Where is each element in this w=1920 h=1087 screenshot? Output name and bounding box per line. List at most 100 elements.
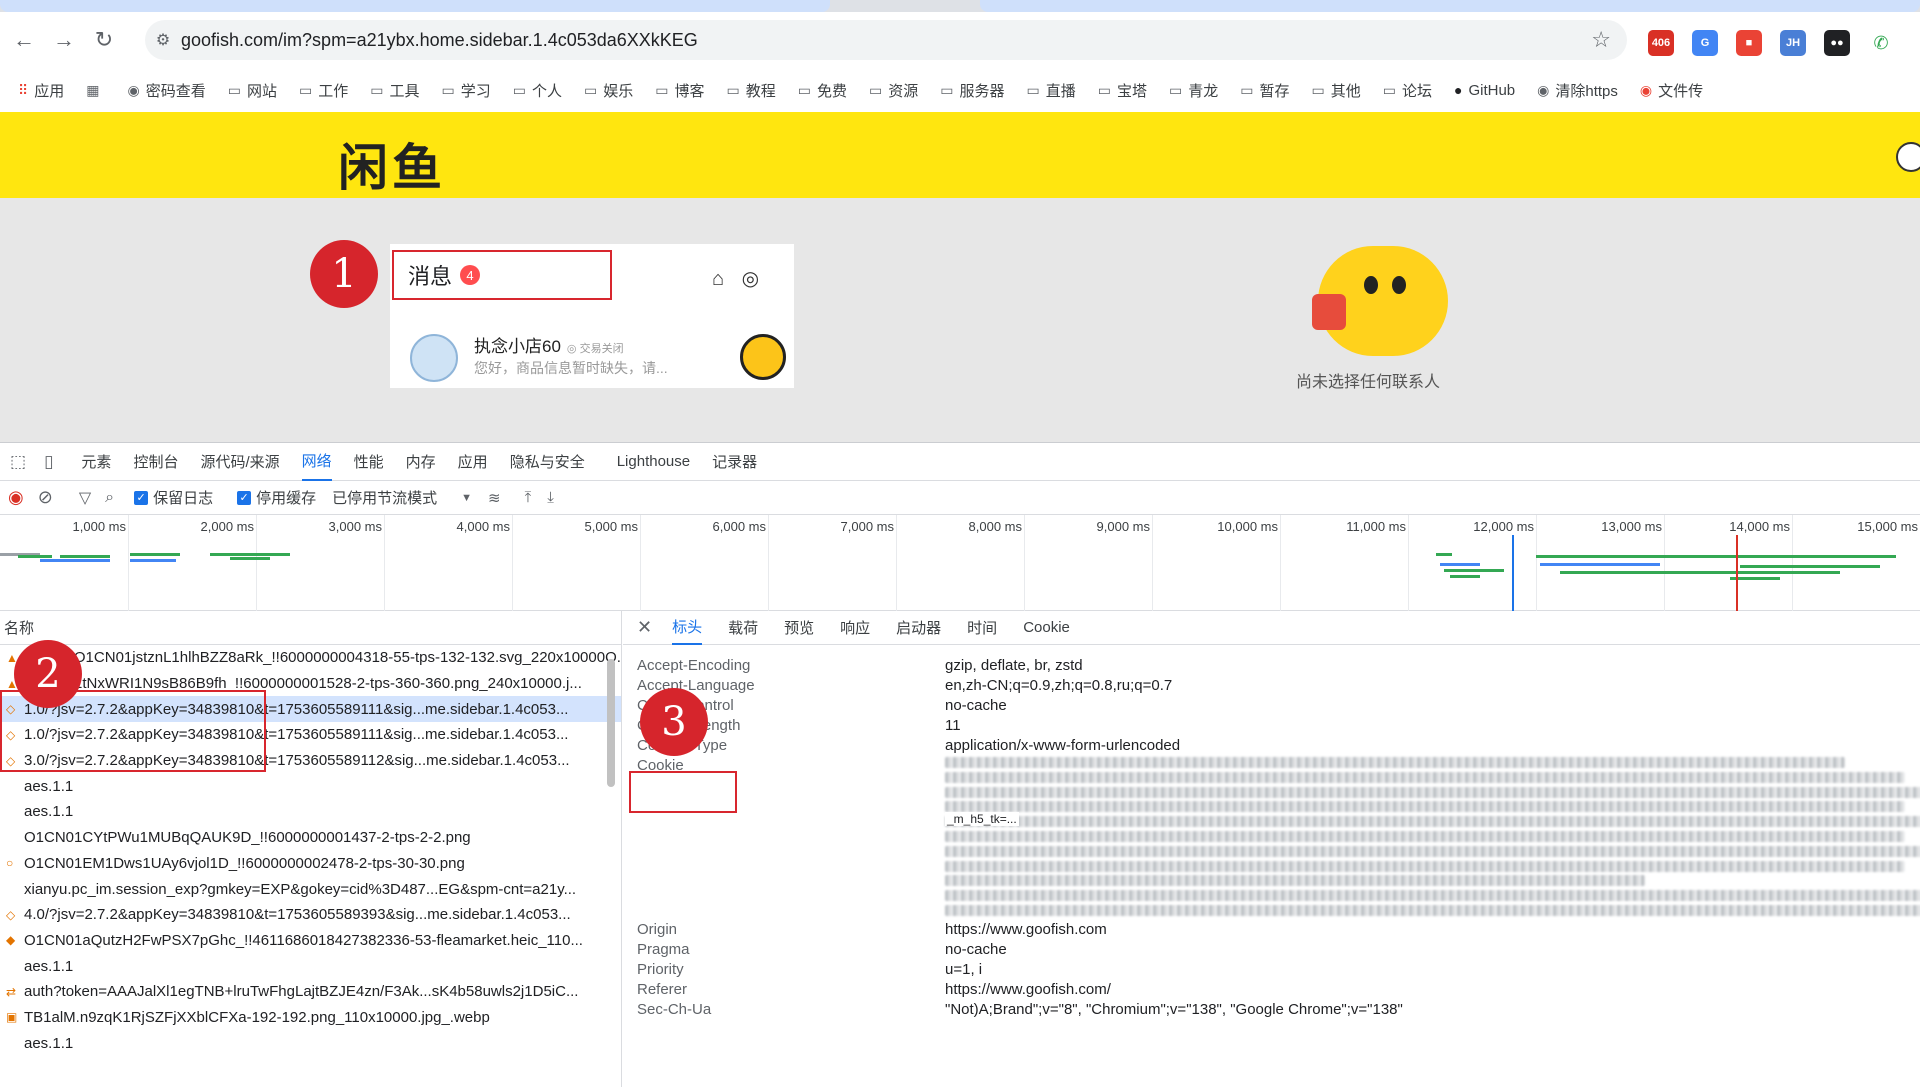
- request-row[interactable]: xianyu.pc_im.session_exp?gmkey=EXP&gokey…: [0, 876, 621, 902]
- request-row[interactable]: ▣ TB1alM.n9zqK1RjSZFjXXblCFXa-192-192.png…: [0, 1005, 621, 1031]
- tab-network[interactable]: 网络: [301, 443, 332, 481]
- extension-406-icon[interactable]: 406: [1648, 30, 1674, 56]
- tab-memory[interactable]: 内存: [406, 443, 436, 481]
- timeline-tick-label: 5,000 ms: [584, 519, 638, 534]
- network-conditions-icon[interactable]: ≋: [488, 489, 501, 507]
- bookmark-folder[interactable]: ▭ 宝塔: [1098, 80, 1147, 101]
- bookmark-folder[interactable]: ▭ 个人: [513, 80, 562, 101]
- bookmark-files[interactable]: ◉ 文件传: [1640, 80, 1703, 101]
- request-row[interactable]: aes.1.1: [0, 1030, 621, 1056]
- record-icon[interactable]: ◉: [8, 487, 24, 508]
- bookmark-folder[interactable]: ▭ 学习: [442, 80, 491, 101]
- extension-red-icon[interactable]: ■: [1736, 30, 1762, 56]
- tab-cookie[interactable]: Cookie: [1023, 611, 1070, 645]
- settings-icon[interactable]: ◎: [742, 268, 759, 290]
- tab-application[interactable]: 应用: [458, 443, 488, 481]
- device-toolbar-icon[interactable]: ▯: [44, 452, 53, 472]
- bookmark-passwords[interactable]: ◉ 密码查看: [128, 80, 206, 101]
- bookmark-folder[interactable]: ▭ 资源: [869, 80, 918, 101]
- tab-elements[interactable]: 元素: [81, 443, 111, 481]
- bookmark-folder[interactable]: ▭ 工具: [370, 80, 419, 101]
- blurred-cookie-line: [945, 860, 1905, 872]
- user-avatar[interactable]: [1896, 142, 1920, 172]
- tab-inactive[interactable]: [0, 0, 830, 12]
- back-icon[interactable]: ←: [4, 20, 44, 60]
- chevron-down-icon[interactable]: ▼: [461, 492, 472, 504]
- globe-icon: ◉: [127, 81, 140, 98]
- bookmark-grid[interactable]: ▦: [86, 82, 105, 99]
- request-row[interactable]: ▲ O1CN01jstznL1hlhBZZ8aRk_!!6000000004318…: [0, 645, 621, 671]
- timeline-gridline: [896, 515, 897, 611]
- messages-header[interactable]: 消息 4: [392, 250, 612, 300]
- inspect-element-icon[interactable]: ⬚: [10, 452, 26, 472]
- tab-recorder[interactable]: 记录器: [712, 443, 757, 481]
- bookmark-folder[interactable]: ▭ 娱乐: [584, 80, 633, 101]
- conversation-name-text: 执念小店60: [474, 337, 561, 356]
- close-icon[interactable]: ✕: [637, 617, 652, 638]
- download-icon[interactable]: ⤓: [547, 489, 554, 506]
- tab-privacy-security[interactable]: 隐私与安全: [510, 443, 585, 481]
- site-logo[interactable]: 闲鱼: [338, 128, 446, 200]
- tab-initiator[interactable]: 启动器: [896, 611, 941, 645]
- address-bar[interactable]: ⚙ goofish.com/im?spm=a21ybx.home.sidebar…: [145, 20, 1627, 60]
- timeline-tick-label: 3,000 ms: [328, 519, 382, 534]
- clear-icon[interactable]: ⊘: [38, 487, 53, 508]
- bookmark-folder[interactable]: ▭ 服务器: [940, 80, 1004, 101]
- preserve-log-checkbox[interactable]: ✓ 保留日志: [134, 487, 213, 508]
- bookmark-folder[interactable]: ▭ 博客: [655, 80, 704, 101]
- shop-icon[interactable]: ⌂: [712, 268, 724, 290]
- extension-mask-icon[interactable]: ●●: [1824, 30, 1850, 56]
- tab-performance[interactable]: 性能: [354, 443, 384, 481]
- bookmark-clear-https[interactable]: ◉ 清除https: [1537, 80, 1618, 101]
- translate-extension-icon[interactable]: G: [1692, 30, 1718, 56]
- bookmark-star-icon[interactable]: ☆: [1591, 27, 1611, 53]
- bookmark-github[interactable]: ● GitHub: [1454, 82, 1515, 99]
- request-row[interactable]: ◇ 4.0/?jsv=2.7.2&appKey=34839810&t=175360…: [0, 902, 621, 928]
- folder-icon: ▭: [299, 81, 313, 98]
- blurred-cookie-line: [945, 786, 1920, 798]
- extension-jh-icon[interactable]: JH: [1780, 30, 1806, 56]
- bookmark-folder[interactable]: ▭ 论坛: [1383, 80, 1432, 101]
- request-row[interactable]: aes.1.1: [0, 773, 621, 799]
- request-row[interactable]: aes.1.1: [0, 953, 621, 979]
- tab-sources[interactable]: 源代码/来源: [200, 443, 279, 481]
- bookmark-folder[interactable]: ▭ 免费: [798, 80, 847, 101]
- bookmark-folder[interactable]: ▭ 暂存: [1240, 80, 1289, 101]
- phone-extension-icon[interactable]: ✆: [1868, 30, 1894, 56]
- filter-icon[interactable]: ▽: [79, 488, 91, 508]
- upload-icon[interactable]: ⤒: [525, 489, 532, 506]
- network-timeline-overview[interactable]: 1,000 ms 2,000 ms 3,000 ms 4,000 ms 5,000 ms…: [0, 515, 1920, 611]
- request-row[interactable]: ○ O1CN01EM1Dws1UAy6vjol1D_!!6000000002478…: [0, 851, 621, 877]
- url-text[interactable]: goofish.com/im?spm=a21ybx.home.sidebar.1…: [181, 30, 698, 51]
- tab-preview[interactable]: 预览: [784, 611, 814, 645]
- bookmark-apps[interactable]: ⠿ 应用: [18, 80, 64, 101]
- scrollbar[interactable]: [607, 659, 615, 787]
- tab-inactive[interactable]: [980, 0, 1920, 12]
- disable-cache-checkbox[interactable]: ✓ 停用缓存: [237, 487, 316, 508]
- mascot-eye: [1364, 276, 1378, 294]
- forward-icon[interactable]: →: [44, 20, 84, 60]
- bookmark-folder[interactable]: ▭ 教程: [727, 80, 776, 101]
- request-row[interactable]: ◆ O1CN01aQutzH2FwPSX7pGhc_!!4611686018427…: [0, 928, 621, 954]
- bookmark-folder[interactable]: ▭ 青龙: [1169, 80, 1218, 101]
- throttle-select[interactable]: 已停用节流模式: [332, 487, 437, 508]
- request-row[interactable]: aes.1.1: [0, 799, 621, 825]
- request-row[interactable]: O1CN01CYtPWu1MUBqQAUK9D_!!6000000001437-…: [0, 825, 621, 851]
- tab-response[interactable]: 响应: [840, 611, 870, 645]
- tab-payload[interactable]: 载荷: [728, 611, 758, 645]
- bookmark-folder[interactable]: ▭ 直播: [1027, 80, 1076, 101]
- search-icon[interactable]: ⌕: [105, 489, 114, 507]
- bookmark-folder[interactable]: ▭ 其他: [1312, 80, 1361, 101]
- tab-console[interactable]: 控制台: [133, 443, 178, 481]
- name-column-header[interactable]: 名称: [0, 611, 621, 645]
- bookmark-folder[interactable]: ▭ 网站: [228, 80, 277, 101]
- reload-icon[interactable]: ↻: [84, 20, 124, 60]
- site-info-icon[interactable]: ⚙: [145, 30, 181, 50]
- tab-lighthouse[interactable]: Lighthouse: [617, 443, 690, 481]
- bookmark-folder[interactable]: ▭ 工作: [299, 80, 348, 101]
- messages-title: 消息: [408, 264, 453, 289]
- tab-headers[interactable]: 标头: [672, 611, 703, 645]
- request-row[interactable]: ⇄ auth?token=AAAJalXl1egTNB+lruTwFhgLajtB…: [0, 979, 621, 1005]
- tab-timing[interactable]: 时间: [967, 611, 997, 645]
- conversation-item[interactable]: 执念小店60 ◎ 交易关闭 您好，商品信息暂时缺失，请...: [410, 328, 790, 388]
